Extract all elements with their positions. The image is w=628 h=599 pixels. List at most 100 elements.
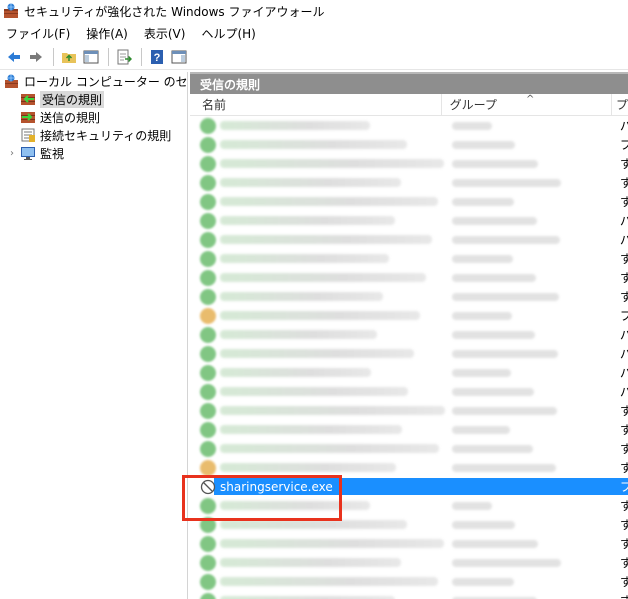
- table-row[interactable]: す: [190, 154, 628, 173]
- table-row[interactable]: プ: [190, 135, 628, 154]
- rule-profile: す: [620, 537, 628, 551]
- rule-profile: す: [620, 157, 628, 171]
- export-list-icon[interactable]: [114, 47, 134, 67]
- folder-up-icon[interactable]: [59, 47, 79, 67]
- table-row[interactable]: パ: [190, 382, 628, 401]
- toolbar-separator: [53, 47, 54, 66]
- rule-allowed-icon: [200, 573, 216, 590]
- table-row[interactable]: パ: [190, 363, 628, 382]
- blocked-icon: [200, 479, 216, 495]
- column-header-name[interactable]: 名前: [190, 94, 442, 115]
- table-row[interactable]: す: [190, 420, 628, 439]
- tree-item-inbound-rules[interactable]: 受信の規則: [0, 90, 187, 108]
- navigation-tree: ローカル コンピューター のセキュリティ 受信の規則 送信の規則 接続セキュリテ…: [0, 72, 188, 599]
- rule-name-redacted: [220, 558, 401, 567]
- rule-group-redacted: [452, 292, 559, 301]
- menu-action[interactable]: 操作(A): [86, 25, 128, 42]
- rule-name-redacted: [220, 311, 420, 320]
- rule-warning-icon: [200, 307, 216, 324]
- pane-title: 受信の規則: [190, 72, 628, 94]
- table-row[interactable]: す: [190, 401, 628, 420]
- rule-allowed-icon: [200, 117, 216, 134]
- rule-name-redacted: [220, 254, 389, 263]
- rule-allowed-icon: [200, 174, 216, 191]
- rule-group-redacted: [452, 577, 514, 586]
- rule-profile: す: [620, 404, 628, 418]
- back-icon[interactable]: [4, 47, 24, 67]
- rule-warning-icon: [200, 459, 216, 476]
- rule-name-redacted: [220, 273, 426, 282]
- rule-name: sharingservice.exe: [220, 479, 333, 494]
- table-row[interactable]: す: [190, 249, 628, 268]
- tree-item-monitoring[interactable]: › 監視: [0, 144, 187, 162]
- tree-item-connection-security-rules[interactable]: 接続セキュリティの規則: [0, 126, 187, 144]
- table-row[interactable]: す: [190, 534, 628, 553]
- rule-name-redacted: [220, 235, 432, 244]
- rule-name-redacted: [220, 216, 395, 225]
- rule-profile: す: [620, 518, 628, 532]
- table-row[interactable]: す: [190, 192, 628, 211]
- rule-name-redacted: [220, 121, 370, 130]
- chevron-right-icon[interactable]: ›: [6, 148, 18, 159]
- menu-file[interactable]: ファイル(F): [6, 25, 70, 42]
- rule-profile: プ: [620, 309, 628, 323]
- rule-name-redacted: [220, 140, 407, 149]
- rule-profile: プ: [620, 138, 628, 152]
- forward-icon[interactable]: [26, 47, 46, 67]
- rule-name-redacted: [220, 520, 407, 529]
- menu-bar: ファイル(F) 操作(A) 表示(V) ヘルプ(H): [0, 22, 628, 44]
- rule-group-redacted: [452, 273, 536, 282]
- sort-ascending-icon: ^: [526, 94, 535, 105]
- outbound-rules-icon: [20, 109, 36, 125]
- rule-allowed-icon: [200, 554, 216, 571]
- menu-view[interactable]: 表示(V): [144, 25, 186, 42]
- table-row[interactable]: す: [190, 553, 628, 572]
- inbound-rules-icon: [20, 91, 36, 107]
- rule-profile: す: [620, 195, 628, 209]
- table-row[interactable]: す: [190, 515, 628, 534]
- table-row[interactable]: す: [190, 591, 628, 599]
- table-row[interactable]: プ: [190, 306, 628, 325]
- rule-profile: パ: [620, 366, 628, 380]
- tree-root[interactable]: ローカル コンピューター のセキュリティ: [0, 72, 187, 90]
- rule-name-redacted: [220, 425, 402, 434]
- table-row[interactable]: す: [190, 287, 628, 306]
- firewall-computer-icon: [4, 73, 20, 89]
- rule-group-redacted: [452, 330, 535, 339]
- table-row[interactable]: す: [190, 496, 628, 515]
- firewall-app-icon: [3, 3, 19, 19]
- rule-group-redacted: [452, 425, 510, 434]
- table-row[interactable]: す: [190, 458, 628, 477]
- table-row[interactable]: す: [190, 572, 628, 591]
- column-header-profile[interactable]: プ: [612, 96, 628, 113]
- rule-name-redacted: [220, 406, 445, 415]
- table-row-selected[interactable]: sharingservice.exe ブ: [190, 477, 628, 496]
- rule-name-redacted: [220, 178, 401, 187]
- rule-allowed-icon: [200, 269, 216, 286]
- rule-allowed-icon: [200, 212, 216, 229]
- rule-profile: す: [620, 252, 628, 266]
- table-row[interactable]: パ: [190, 211, 628, 230]
- help-icon[interactable]: ?: [147, 47, 167, 67]
- rules-pane: 受信の規則 名前 グループ プ ^ パプすすすパパすすすプパパパパすすすす sha…: [190, 72, 628, 599]
- rule-allowed-icon: [200, 136, 216, 153]
- rule-group-redacted: [452, 368, 511, 377]
- tree-item-outbound-rules[interactable]: 送信の規則: [0, 108, 187, 126]
- table-row[interactable]: パ: [190, 325, 628, 344]
- show-hide-tree-icon[interactable]: [81, 47, 101, 67]
- rule-profile: す: [620, 290, 628, 304]
- menu-help[interactable]: ヘルプ(H): [201, 25, 255, 42]
- rule-name-redacted: [220, 159, 444, 168]
- rule-group-redacted: [452, 311, 512, 320]
- table-row[interactable]: す: [190, 439, 628, 458]
- rule-allowed-icon: [200, 516, 216, 533]
- table-row[interactable]: す: [190, 173, 628, 192]
- table-row[interactable]: す: [190, 268, 628, 287]
- rule-allowed-icon: [200, 326, 216, 343]
- rule-group-redacted: [452, 558, 561, 567]
- table-row[interactable]: パ: [190, 344, 628, 363]
- table-row[interactable]: パ: [190, 116, 628, 135]
- table-row[interactable]: パ: [190, 230, 628, 249]
- show-hide-action-pane-icon[interactable]: [169, 47, 189, 67]
- rule-group-redacted: [452, 463, 556, 472]
